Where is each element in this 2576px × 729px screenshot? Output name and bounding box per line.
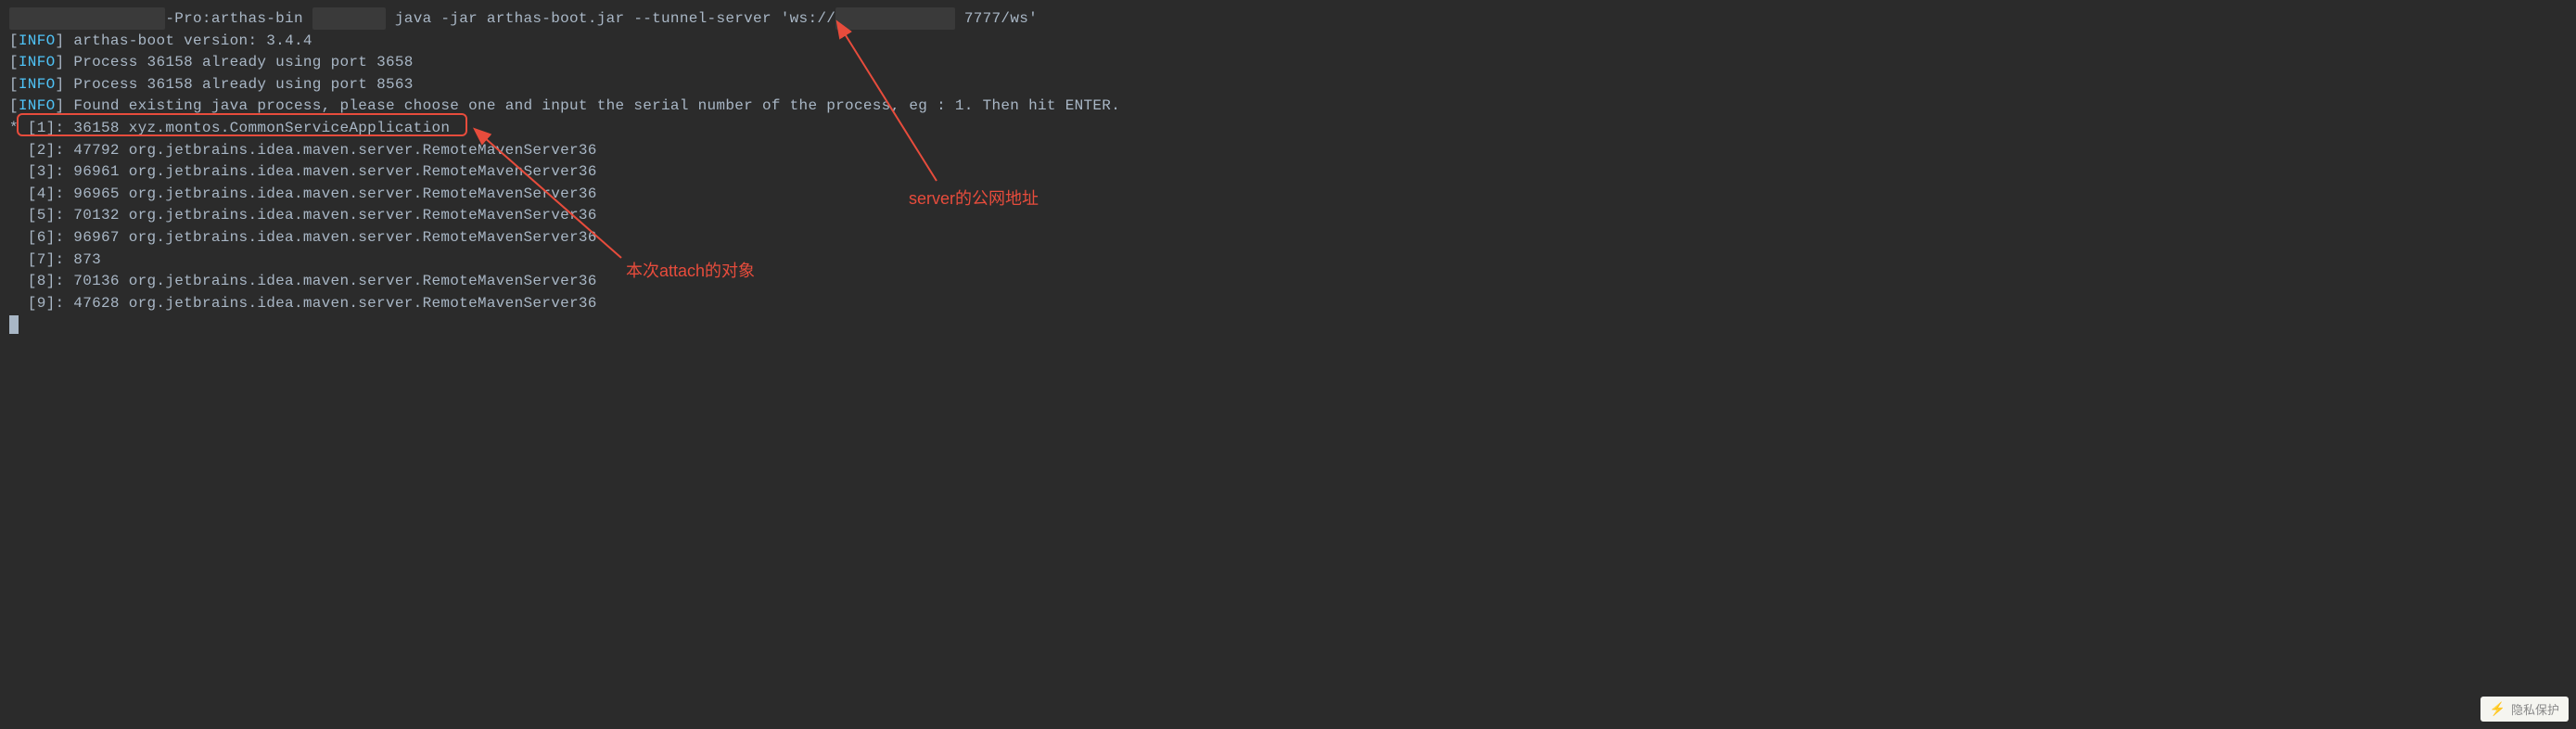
redacted-ip: ███ ██ ███ ██ (835, 7, 955, 30)
process-line: [7]: 873 (9, 249, 2567, 272)
info-line: [INFO] Process 36158 already using port … (9, 52, 2567, 74)
terminal-output[interactable]: ████████████ ████-Pro:arthas-bin ███████… (0, 0, 2576, 344)
process-line: [4]: 96965 org.jetbrains.idea.maven.serv… (9, 184, 2567, 206)
info-line: [INFO] arthas-boot version: 3.4.4 (9, 31, 2567, 53)
process-line: [2]: 47792 org.jetbrains.idea.maven.serv… (9, 140, 2567, 162)
redacted-hostname: ████████████ ████ (9, 7, 165, 30)
watermark-text: 隐私保护 (2511, 700, 2559, 718)
info-line: [INFO] Found existing java process, plea… (9, 96, 2567, 118)
process-line: [9]: 47628 org.jetbrains.idea.maven.serv… (9, 293, 2567, 315)
process-line: [8]: 70136 org.jetbrains.idea.maven.serv… (9, 271, 2567, 293)
lightning-icon: ⚡ (2490, 701, 2506, 717)
redacted-user: ████████ (312, 7, 386, 30)
watermark-badge: ⚡ 隐私保护 (2480, 697, 2569, 722)
text-cursor (9, 315, 19, 334)
cursor-line (9, 314, 2567, 337)
process-line: [6]: 96967 org.jetbrains.idea.maven.serv… (9, 227, 2567, 249)
process-line: [3]: 96961 org.jetbrains.idea.maven.serv… (9, 161, 2567, 184)
selected-process-line: * [1]: 36158 xyz.montos.CommonServiceApp… (9, 118, 2567, 140)
process-line: [5]: 70132 org.jetbrains.idea.maven.serv… (9, 205, 2567, 227)
prompt-line: ████████████ ████-Pro:arthas-bin ███████… (9, 7, 2567, 31)
info-line: [INFO] Process 36158 already using port … (9, 74, 2567, 96)
